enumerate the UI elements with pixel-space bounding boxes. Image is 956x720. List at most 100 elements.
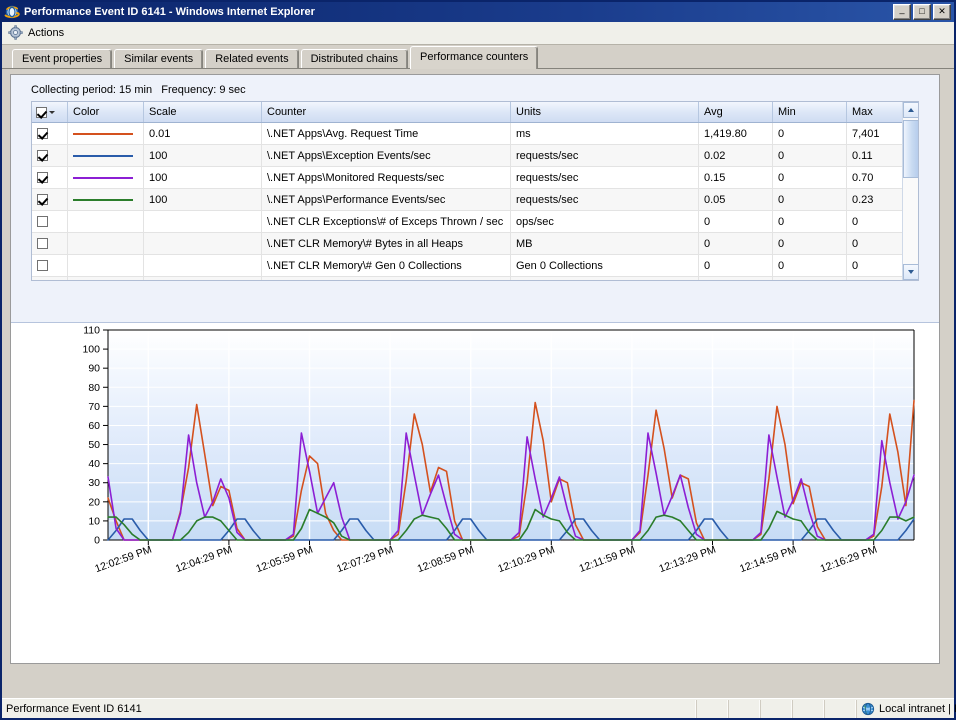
row-color-cell[interactable] (68, 167, 144, 189)
table-row[interactable]: 100\.NET Apps\Monitored Requests/secrequ… (32, 167, 902, 189)
row-checkbox[interactable] (37, 238, 48, 249)
row-checkbox[interactable] (37, 216, 48, 227)
table-row[interactable]: \.NET CLR Exceptions\# of Exceps Thrown … (32, 211, 902, 233)
row-checkbox[interactable] (37, 194, 48, 205)
column-header-select-all[interactable] (32, 102, 68, 123)
table-row[interactable]: 100\.NET Apps\Exception Events/secreques… (32, 145, 902, 167)
row-checkbox[interactable] (37, 172, 48, 183)
tab-similar-events[interactable]: Similar events (114, 49, 203, 68)
row-color-cell[interactable] (68, 211, 144, 233)
column-header-scale[interactable]: Scale (144, 102, 262, 123)
table-row[interactable]: 100\.NET Apps\Performance Events/secrequ… (32, 189, 902, 211)
command-bar: Actions (2, 22, 954, 45)
row-checkbox-cell[interactable] (32, 145, 68, 167)
row-min-cell: 0 (773, 255, 847, 277)
tab-event-properties[interactable]: Event properties (12, 49, 112, 68)
row-color-cell[interactable] (68, 145, 144, 167)
row-counter-cell: \.NET CLR Memory\# Bytes in all Heaps (262, 233, 511, 255)
ie-window: Performance Event ID 6141 - Windows Inte… (0, 0, 956, 720)
status-slot-5 (824, 700, 856, 718)
scrollbar-thumb[interactable] (903, 120, 919, 178)
column-header-counter[interactable]: Counter (262, 102, 511, 123)
counters-table: Color Scale Counter Units Avg Min Max 0.… (32, 102, 902, 280)
table-row[interactable]: \.NET CLR Memory\# Gen 0 CollectionsGen … (32, 255, 902, 277)
column-header-max[interactable]: Max (847, 102, 903, 123)
status-bar: Performance Event ID 6141 Local intranet… (2, 698, 954, 718)
x-tick-label: 12:16:29 PM (819, 544, 879, 576)
row-color-cell[interactable] (68, 189, 144, 211)
row-checkbox[interactable] (37, 150, 48, 161)
y-tick-label: 80 (88, 382, 100, 394)
row-color-cell[interactable] (68, 123, 144, 145)
scroll-down-button[interactable] (903, 264, 919, 280)
x-tick-label: 12:04:29 PM (174, 544, 234, 576)
title-bar: Performance Event ID 6141 - Windows Inte… (2, 2, 954, 22)
row-checkbox-cell[interactable] (32, 189, 68, 211)
internet-explorer-icon (4, 4, 20, 20)
row-color-cell[interactable] (68, 233, 144, 255)
x-tick-label: 12:08:59 PM (416, 544, 476, 576)
column-header-min[interactable]: Min (773, 102, 847, 123)
row-scale-cell (144, 211, 262, 233)
row-checkbox[interactable] (37, 260, 48, 271)
column-header-color[interactable]: Color (68, 102, 144, 123)
window-title: Performance Event ID 6141 - Windows Inte… (24, 6, 893, 18)
table-row[interactable]: \.NET CLR Memory\# Gen 1 CollectionsGen … (32, 277, 902, 281)
row-color-cell[interactable] (68, 255, 144, 277)
status-message: Performance Event ID 6141 (2, 700, 696, 718)
column-header-avg[interactable]: Avg (699, 102, 773, 123)
select-all-checkbox[interactable] (36, 107, 47, 118)
counters-grid: Color Scale Counter Units Avg Min Max 0.… (31, 101, 919, 281)
y-tick-label: 60 (88, 420, 100, 432)
minimize-glyph: _ (894, 5, 910, 19)
x-tick-label: 12:07:29 PM (335, 544, 395, 576)
actions-menu[interactable]: Actions (28, 27, 64, 39)
row-checkbox-cell[interactable] (32, 277, 68, 281)
scroll-up-button[interactable] (903, 102, 919, 118)
close-button[interactable]: ✕ (933, 4, 951, 20)
row-checkbox[interactable] (37, 128, 48, 139)
row-min-cell: 0 (773, 167, 847, 189)
row-max-cell: 0.23 (847, 189, 903, 211)
row-checkbox-cell[interactable] (32, 211, 68, 233)
x-tick-label: 12:13:29 PM (657, 544, 717, 576)
counters-grid-scrollbar[interactable] (902, 102, 918, 280)
row-scale-cell (144, 255, 262, 277)
row-counter-cell: \.NET CLR Memory\# Gen 0 Collections (262, 255, 511, 277)
tab-performance-counters[interactable]: Performance counters (410, 46, 538, 69)
y-tick-label: 70 (88, 401, 100, 413)
tab-related-events[interactable]: Related events (205, 49, 298, 68)
x-tick-label: 12:05:59 PM (254, 544, 314, 576)
y-tick-label: 10 (88, 515, 100, 527)
row-checkbox-cell[interactable] (32, 123, 68, 145)
row-checkbox-cell[interactable] (32, 255, 68, 277)
row-avg-cell: 0 (699, 211, 773, 233)
security-zone-label: Local intranet | Protected Mode: Off (879, 703, 956, 715)
row-avg-cell: 0 (699, 277, 773, 281)
row-scale-cell (144, 277, 262, 281)
table-row[interactable]: 0.01\.NET Apps\Avg. Request Timems1,419.… (32, 123, 902, 145)
row-checkbox-cell[interactable] (32, 233, 68, 255)
minimize-button[interactable]: _ (893, 4, 911, 20)
row-scale-cell (144, 233, 262, 255)
row-units-cell: requests/sec (511, 145, 699, 167)
row-checkbox-cell[interactable] (32, 167, 68, 189)
gear-icon (8, 25, 24, 41)
row-color-cell[interactable] (68, 277, 144, 281)
row-min-cell: 0 (773, 189, 847, 211)
row-scale-cell: 100 (144, 167, 262, 189)
row-min-cell: 0 (773, 145, 847, 167)
globe-icon (861, 702, 875, 716)
row-counter-cell: \.NET Apps\Avg. Request Time (262, 123, 511, 145)
chevron-down-icon (908, 270, 914, 274)
maximize-button[interactable]: □ (913, 4, 931, 20)
column-header-units[interactable]: Units (511, 102, 699, 123)
y-tick-label: 40 (88, 458, 100, 470)
row-max-cell: 0.70 (847, 167, 903, 189)
security-zone[interactable]: Local intranet | Protected Mode: Off (856, 700, 956, 718)
row-avg-cell: 0 (699, 233, 773, 255)
tab-distributed-chains[interactable]: Distributed chains (301, 49, 408, 68)
row-avg-cell: 1,419.80 (699, 123, 773, 145)
table-row[interactable]: \.NET CLR Memory\# Bytes in all HeapsMB0… (32, 233, 902, 255)
collecting-period-info: Collecting period: 15 min Frequency: 9 s… (31, 84, 246, 96)
